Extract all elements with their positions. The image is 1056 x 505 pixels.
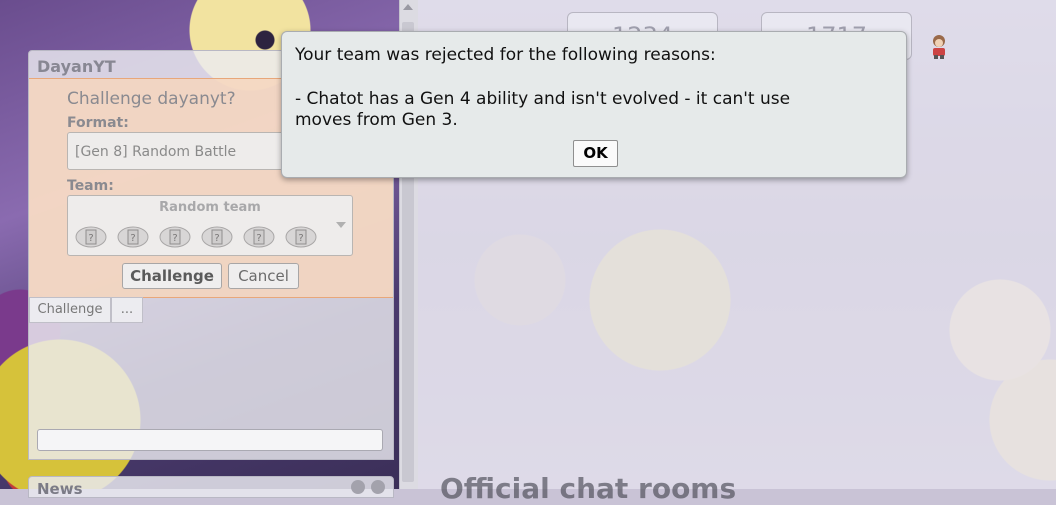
- close-icon[interactable]: [371, 480, 385, 494]
- svg-text:?: ?: [298, 233, 303, 244]
- random-pokemon-icon: ?: [285, 226, 317, 248]
- challenge-prompt: Challenge dayanyt?: [67, 89, 236, 109]
- random-pokemon-icon: ?: [117, 226, 149, 248]
- svg-text:?: ?: [172, 233, 177, 244]
- chat-input[interactable]: [37, 429, 383, 451]
- dialog-heading: Your team was rejected for the following…: [295, 45, 716, 65]
- team-select[interactable]: Random team ? ? ? ? ? ?: [67, 195, 353, 256]
- team-value: Random team: [159, 200, 261, 215]
- tab-more[interactable]: ...: [111, 297, 143, 323]
- dropdown-arrow-icon: [336, 222, 346, 228]
- format-label: Format:: [67, 115, 129, 131]
- news-title: News: [37, 480, 83, 498]
- rejection-dialog: Your team was rejected for the following…: [281, 31, 907, 178]
- challenge-button[interactable]: Challenge: [122, 263, 222, 289]
- scroll-up-arrow-icon[interactable]: [403, 4, 413, 10]
- ok-button[interactable]: OK: [573, 140, 618, 167]
- random-pokemon-icon: ?: [243, 226, 275, 248]
- random-pokemon-icon: ?: [159, 226, 191, 248]
- svg-text:?: ?: [130, 233, 135, 244]
- cancel-button[interactable]: Cancel: [228, 263, 299, 289]
- svg-text:?: ?: [256, 233, 261, 244]
- random-pokemon-icon: ?: [201, 226, 233, 248]
- svg-text:?: ?: [214, 233, 219, 244]
- team-label: Team:: [67, 178, 114, 194]
- svg-text:?: ?: [88, 233, 93, 244]
- tab-challenge[interactable]: Challenge: [29, 297, 111, 323]
- random-pokemon-icon: ?: [75, 226, 107, 248]
- trainer-avatar-icon[interactable]: [928, 34, 950, 60]
- dialog-reason-line1: - Chatot has a Gen 4 ability and isn't e…: [295, 89, 791, 109]
- format-select[interactable]: [Gen 8] Random Battle: [67, 132, 307, 170]
- window-title[interactable]: DayanYT: [37, 57, 116, 76]
- dialog-reason-line2: moves from Gen 3.: [295, 110, 458, 130]
- news-window: News: [28, 476, 394, 498]
- minimize-icon[interactable]: [351, 480, 365, 494]
